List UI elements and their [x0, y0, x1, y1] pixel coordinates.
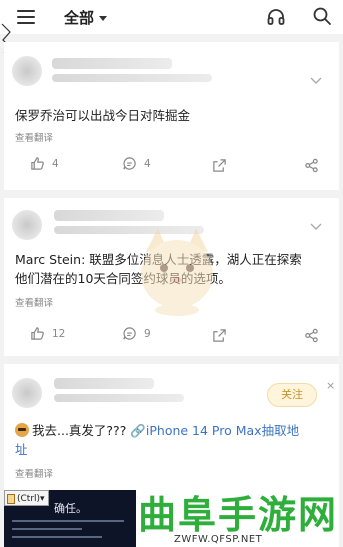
mascot-watermark-icon — [141, 228, 213, 316]
watermark-url: ZWFW.QFSP.NET — [174, 534, 263, 545]
chevron-down-icon[interactable] — [310, 77, 322, 85]
post-meta — [52, 74, 212, 82]
post-link[interactable]: 🔗iPhone 14 Pro Max抽取地 — [130, 423, 299, 438]
thumbnail-line — [12, 520, 124, 522]
comment-button[interactable]: 4 — [122, 156, 151, 171]
top-bar: 全部 — [0, 0, 343, 34]
paste-options-button[interactable]: (Ctrl)▾ — [4, 490, 49, 506]
post-actions: 4 4 — [4, 156, 339, 176]
paste-label: (Ctrl)▾ — [17, 493, 45, 504]
headphone-icon[interactable] — [266, 7, 286, 27]
site-watermark: 曲阜手游网 ZWFW.QFSP.NET — [138, 484, 343, 547]
see-translation-link[interactable]: 查看翻译 — [15, 130, 53, 144]
like-button[interactable]: 4 — [30, 156, 59, 171]
search-icon[interactable] — [312, 6, 332, 26]
comment-icon — [123, 157, 136, 170]
watermark-title: 曲阜手游网 — [138, 492, 339, 537]
close-icon[interactable]: × — [326, 379, 335, 392]
clipboard-icon — [7, 493, 15, 504]
post-text: 我去...真发了??? 🔗iPhone 14 Pro Max抽取地 址 — [15, 421, 299, 459]
tab-all-label: 全部 — [64, 9, 95, 27]
like-count: 12 — [52, 327, 66, 340]
avatar[interactable] — [12, 56, 42, 86]
post-meta — [54, 394, 184, 402]
thumbnail-line — [12, 536, 102, 538]
post-card[interactable]: 保罗乔治可以出战今日对阵掘金 查看翻译 4 4 — [4, 42, 339, 190]
author-name[interactable] — [54, 378, 154, 389]
thumbnail-title: 确任。 — [54, 502, 87, 515]
see-translation-link[interactable]: 查看翻译 — [15, 466, 53, 480]
post-text: 保罗乔治可以出战今日对阵掘金 — [15, 108, 191, 123]
like-count: 4 — [52, 157, 59, 170]
share-out-icon[interactable] — [212, 328, 227, 343]
link-text-continued[interactable]: 址 — [15, 440, 299, 459]
author-name[interactable] — [54, 210, 164, 221]
share-icon[interactable] — [304, 158, 319, 173]
like-button[interactable]: 12 — [30, 326, 65, 341]
comment-button[interactable]: 9 — [122, 326, 151, 341]
post-text-prefix: 我去...真发了??? — [32, 423, 127, 438]
comment-count: 4 — [144, 157, 151, 170]
emoji-icon — [15, 423, 29, 437]
menu-icon[interactable] — [17, 10, 35, 24]
follow-button[interactable]: 关注 — [267, 383, 317, 407]
tab-all[interactable]: 全部 — [64, 7, 108, 28]
thumbs-up-icon — [31, 157, 44, 170]
avatar[interactable] — [12, 378, 42, 408]
link-text: iPhone 14 Pro Max抽取地 — [145, 423, 300, 438]
avatar[interactable] — [12, 210, 42, 240]
chevron-down-icon[interactable] — [310, 223, 322, 231]
comment-icon — [123, 327, 136, 340]
chevron-down-icon — [99, 16, 108, 21]
comment-count: 9 — [144, 327, 151, 340]
see-translation-link[interactable]: 查看翻译 — [15, 295, 53, 309]
thumbs-up-icon — [31, 327, 44, 340]
share-icon[interactable] — [304, 328, 319, 343]
share-out-icon[interactable] — [212, 158, 227, 173]
author-name[interactable] — [52, 58, 172, 69]
post-actions: 12 9 — [4, 326, 339, 346]
thumbnail-line — [12, 528, 82, 530]
